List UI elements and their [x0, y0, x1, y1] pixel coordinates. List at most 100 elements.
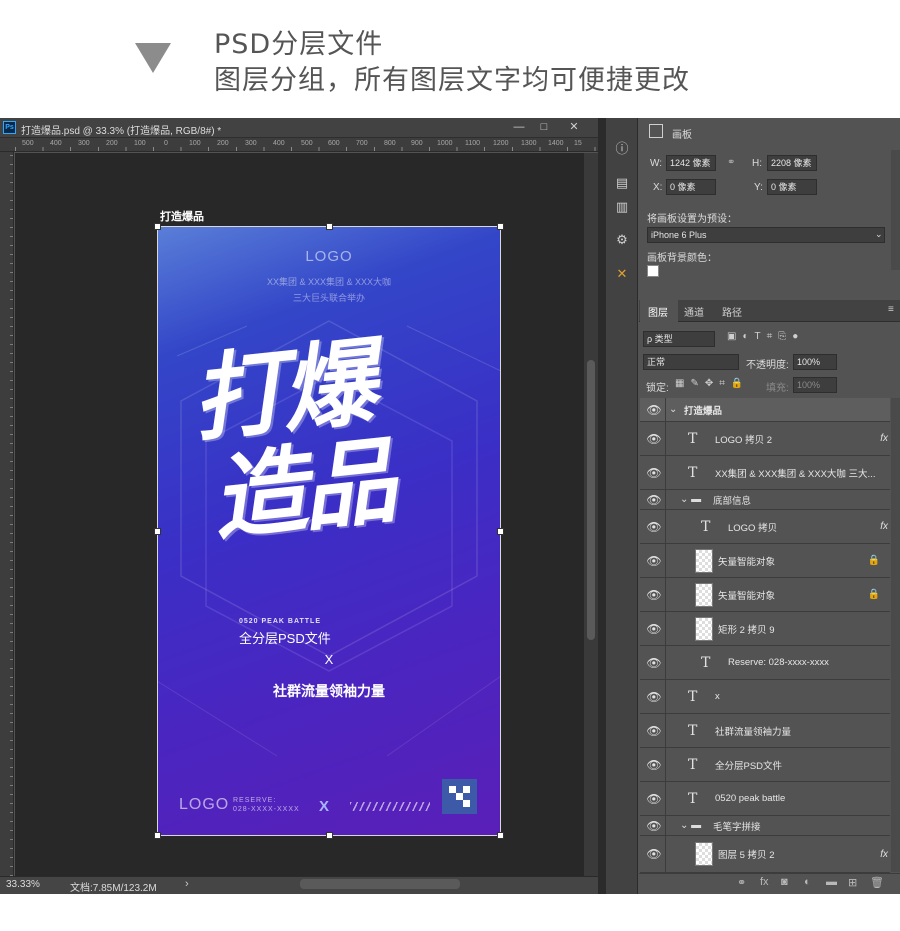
fx-icon[interactable]: fx: [760, 876, 769, 888]
heading-line-2: 图层分组，所有图层文字均可便捷更改: [214, 65, 690, 96]
transform-handle[interactable]: [154, 832, 161, 839]
new-group-icon[interactable]: ▬: [826, 876, 837, 888]
vertical-ruler[interactable]: [0, 152, 14, 876]
transform-handle[interactable]: [497, 528, 504, 535]
ruler-label: 200: [106, 140, 118, 147]
notes-icon[interactable]: ▥: [612, 197, 632, 217]
layer-row[interactable]: 👁 T Reserve: 028-xxxx-xxxx: [640, 646, 890, 680]
eye-icon[interactable]: 👁: [646, 836, 661, 872]
adjustment-layer-icon[interactable]: ◐: [804, 876, 811, 888]
eye-icon[interactable]: 👁: [646, 680, 661, 713]
tab-layers[interactable]: 图层: [648, 304, 668, 319]
eye-icon[interactable]: 👁: [646, 544, 661, 577]
transform-bounding-box[interactable]: [157, 226, 501, 836]
layer-row[interactable]: 👁 T 全分层PSD文件: [640, 748, 890, 782]
width-field[interactable]: 1242 像素: [666, 155, 716, 171]
horizontal-ruler[interactable]: 500 400 300 200 100 0 100 200 300 400 50…: [0, 138, 598, 152]
eye-icon[interactable]: 👁: [646, 456, 661, 489]
fill-field[interactable]: 100%: [793, 377, 837, 393]
panel-menu-icon[interactable]: ≡: [888, 304, 894, 315]
layer-row[interactable]: 👁 图层 5 拷贝 2 fx: [640, 836, 890, 873]
y-field[interactable]: 0 像素: [767, 179, 817, 195]
eye-icon[interactable]: 👁: [646, 578, 661, 611]
eye-icon[interactable]: 👁: [646, 816, 661, 835]
layer-row[interactable]: 👁 T LOGO 拷贝 fx: [640, 510, 890, 544]
layer-row[interactable]: 👁 矢量智能对象 🔒: [640, 578, 890, 612]
horizontal-scroll-thumb[interactable]: [300, 879, 460, 889]
document-size[interactable]: 文档:7.85M/123.2M: [70, 879, 157, 894]
eye-icon[interactable]: 👁: [646, 510, 661, 543]
fx-icon[interactable]: fx: [880, 836, 888, 872]
restore-button[interactable]: □: [533, 120, 555, 135]
close-button[interactable]: ✕: [563, 120, 585, 135]
artboard-label[interactable]: 打造爆品: [160, 208, 204, 224]
chevron-down-icon[interactable]: ⌄: [875, 229, 883, 240]
tab-paths[interactable]: 路径: [722, 304, 742, 319]
layer-row[interactable]: 👁 T 社群流量领袖力量: [640, 714, 890, 748]
minimize-button[interactable]: —: [508, 120, 530, 135]
transform-handle[interactable]: [154, 223, 161, 230]
bg-color-swatch[interactable]: [647, 265, 659, 277]
layers-toolbar: [639, 873, 900, 894]
new-layer-icon[interactable]: ⊞: [848, 876, 857, 889]
layer-name: 打造爆品: [684, 405, 723, 417]
layer-filter-select[interactable]: ρ 类型: [643, 331, 715, 347]
layer-name: LOGO 拷贝: [728, 522, 778, 534]
text-layer-icon: T: [688, 756, 698, 773]
tools-crossed-icon[interactable]: ✕: [612, 264, 632, 284]
layer-row[interactable]: 👁 T LOGO 拷贝 2 fx: [640, 422, 890, 456]
blend-mode-select[interactable]: 正常: [643, 354, 739, 370]
mask-icon[interactable]: ◙: [781, 876, 788, 888]
link-icon[interactable]: ⚭: [727, 157, 735, 168]
transform-handle[interactable]: [326, 223, 333, 230]
eye-icon[interactable]: 👁: [646, 714, 661, 747]
eye-icon[interactable]: 👁: [646, 422, 661, 455]
height-field[interactable]: 2208 像素: [767, 155, 817, 171]
properties-icon[interactable]: ▤: [612, 173, 632, 193]
transform-handle[interactable]: [497, 832, 504, 839]
eye-icon[interactable]: 👁: [646, 398, 661, 421]
layer-row-group[interactable]: 👁 ⌄ ▬ 底部信息: [640, 490, 890, 510]
eye-icon[interactable]: 👁: [646, 612, 661, 645]
fx-icon[interactable]: fx: [880, 510, 888, 543]
layer-row[interactable]: 👁 T XX集团 & XXX集团 & XXX大咖 三大...: [640, 456, 890, 490]
ruler-label: 0: [164, 140, 168, 147]
info-icon[interactable]: ⓘ: [612, 139, 632, 159]
filter-icons[interactable]: ▣◐T⌗⎘●: [727, 331, 804, 342]
transform-handle[interactable]: [497, 223, 504, 230]
adjustments-icon[interactable]: ⚙: [612, 230, 632, 250]
link-layers-icon[interactable]: ⚭: [737, 876, 746, 889]
properties-title: 画板: [672, 130, 692, 141]
ruler-label: 400: [50, 140, 62, 147]
eye-icon[interactable]: 👁: [646, 748, 661, 781]
layer-row[interactable]: 👁 T 0520 peak battle: [640, 782, 890, 816]
folder-icon: ⌄ ▬: [680, 820, 702, 831]
ruler-label: 100: [134, 140, 146, 147]
chevron-down-icon[interactable]: ⌄: [669, 398, 677, 421]
document-tab-title[interactable]: 打造爆品.psd @ 33.3% (打造爆品, RGB/8#) *: [21, 122, 221, 137]
x-field[interactable]: 0 像素: [666, 179, 716, 195]
eye-icon[interactable]: 👁: [646, 782, 661, 815]
layer-row[interactable]: 👁 矢量智能对象 🔒: [640, 544, 890, 578]
properties-scrollbar[interactable]: [891, 150, 900, 270]
tab-channels[interactable]: 通道: [684, 304, 704, 319]
opacity-field[interactable]: 100%: [793, 354, 837, 370]
lock-icons[interactable]: ▦✎✥⌗🔒: [675, 378, 749, 389]
fx-icon[interactable]: fx: [880, 422, 888, 455]
layer-row[interactable]: 👁 矩形 2 拷贝 9: [640, 612, 890, 646]
text-layer-icon: T: [701, 654, 711, 671]
layers-scrollbar[interactable]: [891, 398, 900, 872]
delete-layer-icon[interactable]: 🗑: [870, 876, 884, 889]
transform-handle[interactable]: [326, 832, 333, 839]
zoom-level[interactable]: 33.33%: [6, 879, 40, 890]
layer-row-artboard[interactable]: 👁 ⌄ 打造爆品: [640, 398, 890, 422]
layer-row[interactable]: 👁 T x: [640, 680, 890, 714]
preset-select[interactable]: iPhone 6 Plus: [647, 227, 885, 243]
eye-icon[interactable]: 👁: [646, 646, 661, 679]
layer-row-group[interactable]: 👁 ⌄ ▬ 毛笔字拼接: [640, 816, 890, 836]
vertical-scroll-thumb[interactable]: [587, 360, 595, 640]
transform-handle[interactable]: [154, 528, 161, 535]
panel-divider[interactable]: [598, 118, 606, 894]
eye-icon[interactable]: 👁: [646, 490, 661, 509]
status-arrow-icon[interactable]: ›: [185, 878, 189, 890]
